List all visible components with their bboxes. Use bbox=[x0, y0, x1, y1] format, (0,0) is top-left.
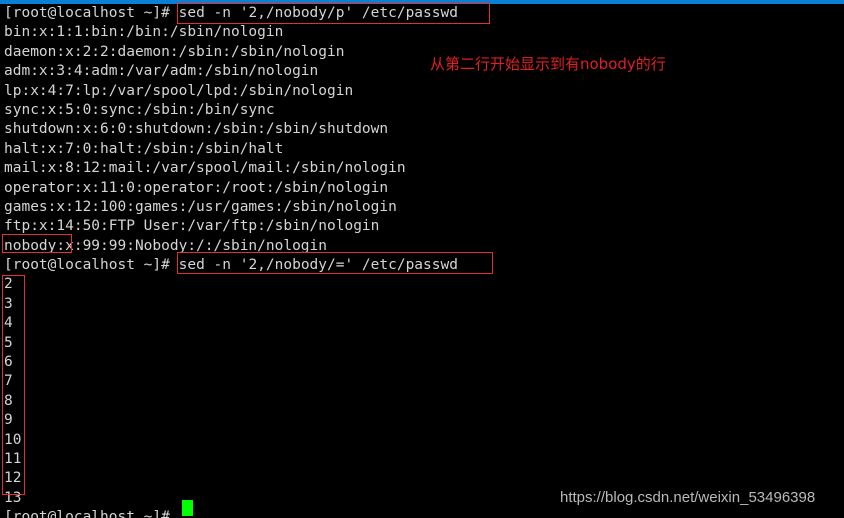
output-text: halt:x:7:0:halt:/sbin:/sbin/halt bbox=[4, 140, 284, 157]
terminal-output-line: nobody:x:99:99:Nobody:/:/sbin/nologin bbox=[0, 237, 844, 256]
output-text: adm:x:3:4:adm:/var/adm:/sbin/nologin bbox=[4, 63, 319, 80]
terminal-output-line: 3 bbox=[0, 295, 844, 314]
shell-prompt: [root@localhost ~]# bbox=[4, 509, 179, 518]
terminal-output-line: 7 bbox=[0, 372, 844, 391]
output-text: 7 bbox=[4, 373, 13, 390]
output-text: 2 bbox=[4, 276, 13, 293]
output-text: daemon:x:2:2:daemon:/sbin:/sbin/nologin bbox=[4, 43, 345, 60]
terminal-output-line: shutdown:x:6:0:shutdown:/sbin:/sbin/shut… bbox=[0, 120, 844, 139]
output-text: shutdown:x:6:0:shutdown:/sbin:/sbin/shut… bbox=[4, 121, 389, 138]
terminal-prompt-line: [root@localhost ~]# sed -n '2,/nobody/p'… bbox=[0, 4, 844, 23]
terminal-output-line: bin:x:1:1:bin:/bin:/sbin/nologin bbox=[0, 23, 844, 42]
terminal-output-line: 10 bbox=[0, 431, 844, 450]
output-text: bin:x:1:1:bin:/bin:/sbin/nologin bbox=[4, 24, 284, 41]
terminal-output-line: 9 bbox=[0, 411, 844, 430]
output-text: operator:x:11:0:operator:/root:/sbin/nol… bbox=[4, 179, 389, 196]
output-text: sync:x:5:0:sync:/sbin:/bin/sync bbox=[4, 101, 275, 118]
output-text: 12 bbox=[4, 470, 22, 487]
terminal-cursor bbox=[182, 500, 193, 516]
output-text: mail:x:8:12:mail:/var/spool/mail:/sbin/n… bbox=[4, 160, 406, 177]
output-text: 4 bbox=[4, 315, 13, 332]
output-text: 3 bbox=[4, 295, 13, 312]
shell-command[interactable]: sed -n '2,/nobody/p' /etc/passwd bbox=[179, 5, 458, 21]
output-text: ftp:x:14:50:FTP User:/var/ftp:/sbin/nolo… bbox=[4, 218, 380, 235]
terminal-output-line: sync:x:5:0:sync:/sbin:/bin/sync bbox=[0, 101, 844, 120]
output-text: 10 bbox=[4, 431, 22, 448]
output-text: 8 bbox=[4, 392, 13, 409]
terminal-output-line: 12 bbox=[0, 469, 844, 488]
terminal-output-line: 5 bbox=[0, 334, 844, 353]
terminal-prompt-line: [root@localhost ~]# sed -n '2,/nobody/='… bbox=[0, 256, 844, 275]
terminal-window: [root@localhost ~]# sed -n '2,/nobody/p'… bbox=[0, 0, 844, 518]
terminal-output-line: games:x:12:100:games:/usr/games:/sbin/no… bbox=[0, 198, 844, 217]
shell-prompt: [root@localhost ~]# bbox=[4, 257, 179, 274]
output-text: games:x:12:100:games:/usr/games:/sbin/no… bbox=[4, 198, 397, 215]
terminal-output-line: halt:x:7:0:halt:/sbin:/sbin/halt bbox=[0, 140, 844, 159]
output-text: 5 bbox=[4, 334, 13, 351]
output-text: 11 bbox=[4, 450, 22, 467]
output-text: 6 bbox=[4, 354, 13, 371]
output-text: lp:x:4:7:lp:/var/spool/lpd:/sbin/nologin bbox=[4, 82, 354, 99]
annotation-note: 从第二行开始显示到有nobody的行 bbox=[430, 55, 666, 73]
terminal-output-line: adm:x:3:4:adm:/var/adm:/sbin/nologin bbox=[0, 62, 844, 81]
terminal-prompt-line: [root@localhost ~]# bbox=[0, 508, 844, 518]
output-text: 13 bbox=[4, 489, 22, 506]
output-text: 9 bbox=[4, 412, 13, 429]
terminal-output-line: 2 bbox=[0, 275, 844, 294]
terminal-output-line: ftp:x:14:50:FTP User:/var/ftp:/sbin/nolo… bbox=[0, 217, 844, 236]
terminal-output-line: 4 bbox=[0, 314, 844, 333]
watermark-url: https://blog.csdn.net/weixin_53496398 bbox=[560, 489, 816, 506]
terminal-output-line: lp:x:4:7:lp:/var/spool/lpd:/sbin/nologin bbox=[0, 82, 844, 101]
terminal-output-line: daemon:x:2:2:daemon:/sbin:/sbin/nologin bbox=[0, 43, 844, 62]
terminal-output-area[interactable]: [root@localhost ~]# sed -n '2,/nobody/p'… bbox=[0, 4, 844, 518]
output-text: nobody:x:99:99:Nobody:/:/sbin/nologin bbox=[4, 237, 328, 254]
terminal-output-line: 8 bbox=[0, 392, 844, 411]
terminal-output-line: 6 bbox=[0, 353, 844, 372]
shell-prompt: [root@localhost ~]# bbox=[4, 5, 179, 21]
terminal-output-line: mail:x:8:12:mail:/var/spool/mail:/sbin/n… bbox=[0, 159, 844, 178]
terminal-output-line: 11 bbox=[0, 450, 844, 469]
terminal-output-line: operator:x:11:0:operator:/root:/sbin/nol… bbox=[0, 179, 844, 198]
shell-command[interactable]: sed -n '2,/nobody/=' /etc/passwd bbox=[179, 257, 458, 273]
